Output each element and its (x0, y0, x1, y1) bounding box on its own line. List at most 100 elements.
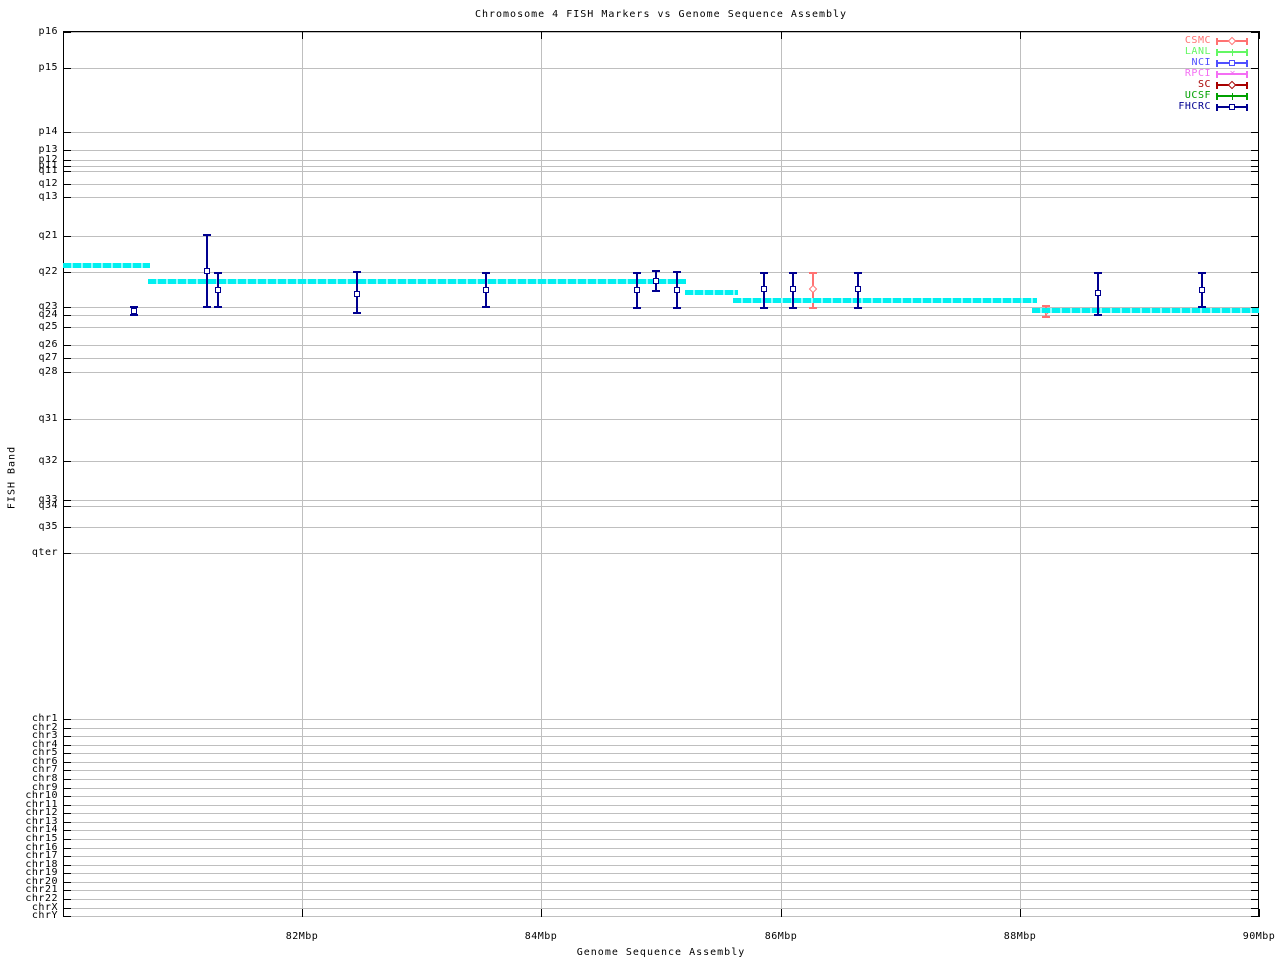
legend-sample-cap (1246, 82, 1248, 89)
band-q22-label: q22 (38, 266, 58, 277)
right-tick (1251, 830, 1259, 831)
xtick-bottom (302, 909, 303, 917)
marker-square (634, 287, 640, 293)
xtick-label: 90Mbp (1242, 931, 1276, 942)
row-chr2-gridline (63, 728, 1259, 729)
right-tick (1251, 527, 1259, 528)
errorbar-cap (353, 312, 361, 314)
left-tick (63, 500, 71, 501)
assembly-segment (1032, 308, 1259, 313)
band-p16-label: p16 (38, 26, 58, 37)
band-q22-gridline (63, 272, 1259, 273)
band-q25-gridline (63, 327, 1259, 328)
left-tick (63, 839, 71, 840)
right-tick (1251, 916, 1259, 917)
row-chr20-gridline (63, 882, 1259, 883)
left-tick (63, 307, 71, 308)
left-tick (63, 160, 71, 161)
legend-sample-cap (1216, 93, 1218, 100)
band-q34-gridline (63, 506, 1259, 507)
right-tick (1251, 822, 1259, 823)
errorbar-cap (482, 272, 490, 274)
left-tick (63, 728, 71, 729)
row-chr18-gridline (63, 865, 1259, 866)
left-tick (63, 184, 71, 185)
band-q34-label: q34 (38, 500, 58, 511)
band-q28-label: q28 (38, 366, 58, 377)
right-tick (1251, 315, 1259, 316)
left-tick (63, 745, 71, 746)
right-tick (1251, 839, 1259, 840)
right-tick (1251, 865, 1259, 866)
left-tick (63, 272, 71, 273)
left-tick (63, 770, 71, 771)
legend-label-csmc: CSMC (1184, 35, 1211, 46)
right-tick (1251, 753, 1259, 754)
right-tick (1251, 908, 1259, 909)
band-q35-gridline (63, 527, 1259, 528)
errorbar-cap (353, 271, 361, 273)
legend-sample-cap (1246, 38, 1248, 45)
row-chr12-gridline (63, 813, 1259, 814)
errorbar-cap (130, 314, 138, 316)
left-tick (63, 762, 71, 763)
right-tick (1251, 736, 1259, 737)
band-q31-gridline (63, 419, 1259, 420)
right-tick (1251, 805, 1259, 806)
row-chr21-gridline (63, 890, 1259, 891)
band-q33-gridline (63, 500, 1259, 501)
row-chrX-gridline (63, 908, 1259, 909)
row-chr7-gridline (63, 770, 1259, 771)
row-chr9-gridline (63, 788, 1259, 789)
left-tick (63, 822, 71, 823)
row-chr3-gridline (63, 736, 1259, 737)
legend-sample-cap (1216, 71, 1218, 78)
row-chr8-gridline (63, 779, 1259, 780)
right-tick (1251, 419, 1259, 420)
right-tick (1251, 856, 1259, 857)
errorbar-cap (854, 307, 862, 309)
marker-square (1229, 60, 1235, 66)
errorbar-cap (1094, 314, 1102, 316)
left-tick (63, 236, 71, 237)
left-tick (63, 345, 71, 346)
row-chrY-gridline (63, 916, 1259, 917)
marker-square (1095, 290, 1101, 296)
xtick-top (1259, 31, 1260, 39)
row-chr1-gridline (63, 719, 1259, 720)
left-tick (63, 805, 71, 806)
marker-square (1229, 104, 1235, 110)
row-chr13-gridline (63, 822, 1259, 823)
errorbar-cap (1198, 306, 1206, 308)
band-p15-label: p15 (38, 62, 58, 73)
assembly-segment (685, 290, 738, 295)
plot-area (63, 31, 1259, 917)
right-tick (1251, 873, 1259, 874)
right-tick (1251, 184, 1259, 185)
marker-square (483, 287, 489, 293)
right-tick (1251, 358, 1259, 359)
errorbar-cap (482, 306, 490, 308)
marker-plus (1232, 49, 1233, 56)
left-tick (63, 372, 71, 373)
left-tick (63, 553, 71, 554)
band-q21-label: q21 (38, 230, 58, 241)
left-tick (63, 315, 71, 316)
xtick-bottom (1259, 909, 1260, 917)
errorbar-cap (789, 307, 797, 309)
xtick-top (302, 31, 303, 39)
right-tick (1251, 132, 1259, 133)
band-q28-gridline (63, 372, 1259, 373)
errorbar-cap (760, 307, 768, 309)
legend-sample-cap (1216, 104, 1218, 111)
band-p14-gridline (63, 132, 1259, 133)
assembly-segment (148, 279, 686, 284)
left-tick (63, 736, 71, 737)
chart-title: Chromosome 4 FISH Markers vs Genome Sequ… (474, 9, 848, 20)
right-tick (1251, 788, 1259, 789)
row-chr11-gridline (63, 805, 1259, 806)
left-tick (63, 882, 71, 883)
right-tick (1251, 848, 1259, 849)
right-tick (1251, 762, 1259, 763)
legend-sample-cap (1246, 71, 1248, 78)
